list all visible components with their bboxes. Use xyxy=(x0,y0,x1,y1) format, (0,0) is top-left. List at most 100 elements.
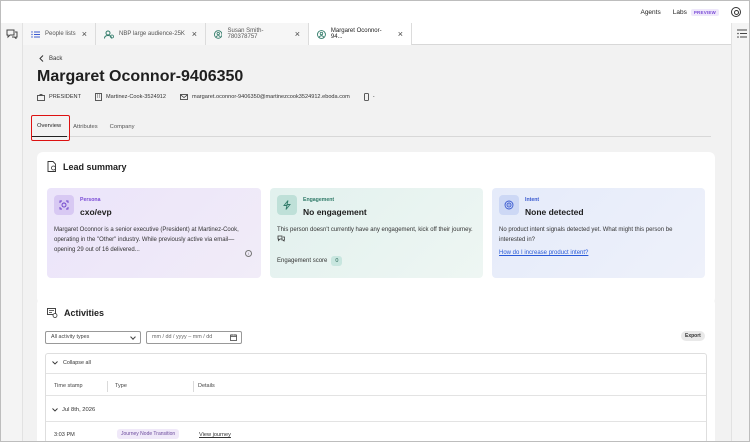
header-timestamp: Time stamp xyxy=(54,383,83,389)
increase-intent-link[interactable]: How do I increase product intent? xyxy=(499,250,588,256)
tab-people-lists[interactable]: People lists × xyxy=(23,23,96,45)
engagement-value: No engagement xyxy=(303,207,367,217)
chat-icon[interactable] xyxy=(6,29,18,39)
row-time: 3:03 PM xyxy=(54,432,75,438)
collapse-all-label: Collapse all xyxy=(63,360,91,366)
intent-value: None detected xyxy=(525,207,584,217)
engagement-panel: Engagement No engagement This person doe… xyxy=(270,188,483,278)
tab-margaret-oconnor[interactable]: Margaret Oconnor-94... × xyxy=(309,23,412,45)
close-icon[interactable]: × xyxy=(295,29,300,39)
subtab-company[interactable]: Company xyxy=(104,116,141,137)
date-group-toggle[interactable]: Jul 8th, 2026 xyxy=(52,407,95,413)
intent-panel: Intent None detected No product intent s… xyxy=(492,188,705,278)
view-journey-link[interactable]: View journey xyxy=(199,432,231,438)
agents-link[interactable]: Agents xyxy=(640,9,660,16)
left-rail xyxy=(1,23,23,441)
right-rail xyxy=(731,23,749,441)
mail-icon xyxy=(180,94,188,100)
persona-description: Margaret Oconnor is a senior executive (… xyxy=(54,227,239,254)
column-divider xyxy=(193,381,194,392)
tab-label: NBP large audience-25K xyxy=(119,31,185,37)
activity-table: Collapse all Time stamp Type Details Jul… xyxy=(45,353,707,441)
panel-list-icon[interactable] xyxy=(737,29,747,38)
back-label: Back xyxy=(49,55,63,62)
labs-link[interactable]: Labs PREVIEW xyxy=(672,8,719,16)
highlight-box xyxy=(31,115,70,141)
divider xyxy=(46,395,706,396)
tab-susan-smith[interactable]: Susan Smith-780378757 × xyxy=(206,23,309,45)
labs-label: Labs xyxy=(672,8,687,16)
activities-heading: Activities xyxy=(47,308,104,318)
person-meta: PRESIDENT Martinez-Cook-3524912 margaret… xyxy=(37,93,375,101)
person-icon xyxy=(214,29,223,39)
header-type: Type xyxy=(115,383,127,389)
meta-company: Martinez-Cook-3524912 xyxy=(95,93,166,101)
target-icon xyxy=(499,195,519,215)
info-icon[interactable]: i xyxy=(245,250,252,257)
persona-panel: Persona cxo/evp Margaret Oconnor is a se… xyxy=(47,188,261,278)
date-group-label: Jul 8th, 2026 xyxy=(62,407,96,413)
chevron-down-icon xyxy=(52,361,58,365)
divider xyxy=(46,421,706,422)
persona-kicker: Persona xyxy=(80,197,101,203)
building-icon xyxy=(95,93,102,101)
export-button[interactable]: Export xyxy=(681,331,705,341)
collapse-all-button[interactable]: Collapse all xyxy=(52,360,91,366)
activity-type-badge: Journey Node Transition xyxy=(117,429,180,439)
persona-icon xyxy=(54,195,74,215)
list-icon xyxy=(31,30,40,38)
activity-type-select[interactable]: All activity types xyxy=(45,331,141,344)
chevron-down-icon xyxy=(52,408,58,412)
bolt-icon xyxy=(277,195,297,215)
tab-nbp-audience[interactable]: NBP large audience-25K × xyxy=(96,23,206,45)
phone-icon xyxy=(363,93,369,101)
page-title: Margaret Oconnor-9406350 xyxy=(37,68,244,85)
persona-value: cxo/evp xyxy=(80,207,112,217)
close-icon[interactable]: × xyxy=(82,29,87,39)
email-text: margaret.oconnor-9406350@martinezcook352… xyxy=(192,94,350,100)
date-range-input[interactable]: mm / dd / yyyy – mm / dd xyxy=(146,331,242,344)
profile-tabs: Overview Attributes Company xyxy=(31,116,711,137)
column-divider xyxy=(107,381,108,392)
briefcase-icon xyxy=(37,93,45,101)
subtab-attributes[interactable]: Attributes xyxy=(67,116,104,137)
tab-label: Margaret Oconnor-94... xyxy=(330,28,382,40)
summary-icon xyxy=(47,161,56,172)
intent-kicker: Intent xyxy=(525,197,540,203)
phone-text: - xyxy=(372,94,375,100)
top-bar: Agents Labs PREVIEW xyxy=(1,1,749,23)
meta-email: margaret.oconnor-9406350@martinezcook352… xyxy=(180,94,350,100)
lead-summary-heading: Lead summary xyxy=(47,161,127,172)
gear-icon[interactable] xyxy=(731,7,741,17)
close-icon[interactable]: × xyxy=(192,29,197,39)
activities-icon xyxy=(47,308,58,318)
engagement-description: This person doesn't currently have any e… xyxy=(277,225,477,246)
activities-title: Activities xyxy=(64,308,105,318)
lead-summary-card: Lead summary Persona cxo/evp Margaret Oc… xyxy=(37,152,715,304)
header-details: Details xyxy=(198,383,215,389)
engagement-kicker: Engagement xyxy=(303,197,335,203)
lead-summary-title: Lead summary xyxy=(63,161,127,172)
engagement-score-value: 0 xyxy=(331,256,343,266)
engagement-score-label: Engagement score xyxy=(277,258,328,264)
tab-bar: People lists × NBP large audience-25K × … xyxy=(23,23,731,45)
divider xyxy=(46,373,706,374)
company-text: Martinez-Cook-3524912 xyxy=(106,94,167,100)
meta-role: PRESIDENT xyxy=(37,93,82,101)
date-placeholder: mm / dd / yyyy – mm / dd xyxy=(152,334,213,340)
preview-badge: PREVIEW xyxy=(690,8,719,16)
chevron-left-icon xyxy=(39,55,44,62)
intent-description: No product intent signals detected yet. … xyxy=(499,227,673,244)
meta-phone: - xyxy=(363,93,375,101)
calendar-icon[interactable] xyxy=(230,334,237,341)
role-text: PRESIDENT xyxy=(49,94,82,100)
app-frame: Agents Labs PREVIEW People lists × NBP la… xyxy=(0,0,750,442)
engagement-desc-text: This person doesn't currently have any e… xyxy=(277,227,473,233)
close-icon[interactable]: × xyxy=(398,29,403,39)
tab-label: People lists xyxy=(45,31,76,37)
activities-card: Activities All activity types mm / dd / … xyxy=(37,298,715,441)
back-button[interactable]: Back xyxy=(39,55,62,62)
person-icon xyxy=(317,29,326,39)
tab-label: Susan Smith-780378757 xyxy=(227,28,264,40)
journey-icon[interactable] xyxy=(277,235,285,243)
